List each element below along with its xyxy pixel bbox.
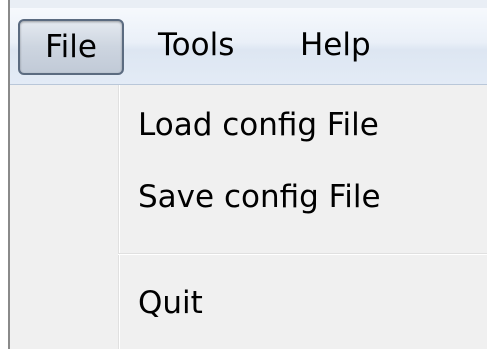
menu-item-load-config-label: Load config File: [138, 107, 379, 143]
menu-help[interactable]: Help: [300, 19, 371, 71]
application-window: File Tools Help Load config File Save co…: [0, 0, 487, 349]
menu-icon-gutter-divider: [118, 85, 120, 349]
menu-tools[interactable]: Tools: [158, 19, 234, 71]
file-dropdown-menu: Load config File Save config File Quit: [10, 85, 487, 349]
menubar: File Tools Help: [10, 8, 487, 85]
menu-separator: [118, 253, 487, 255]
menu-tools-label: Tools: [158, 27, 235, 63]
menu-file[interactable]: File: [18, 19, 124, 75]
menu-item-save-config-label: Save config File: [138, 179, 381, 215]
menu-file-label: File: [45, 29, 97, 65]
menu-item-quit-label: Quit: [138, 285, 203, 321]
menu-help-label: Help: [300, 27, 371, 63]
menu-item-load-config[interactable]: Load config File: [138, 99, 379, 151]
menu-item-save-config[interactable]: Save config File: [138, 171, 381, 223]
menu-item-quit[interactable]: Quit: [138, 277, 203, 329]
window-top-edge: [8, 0, 487, 8]
